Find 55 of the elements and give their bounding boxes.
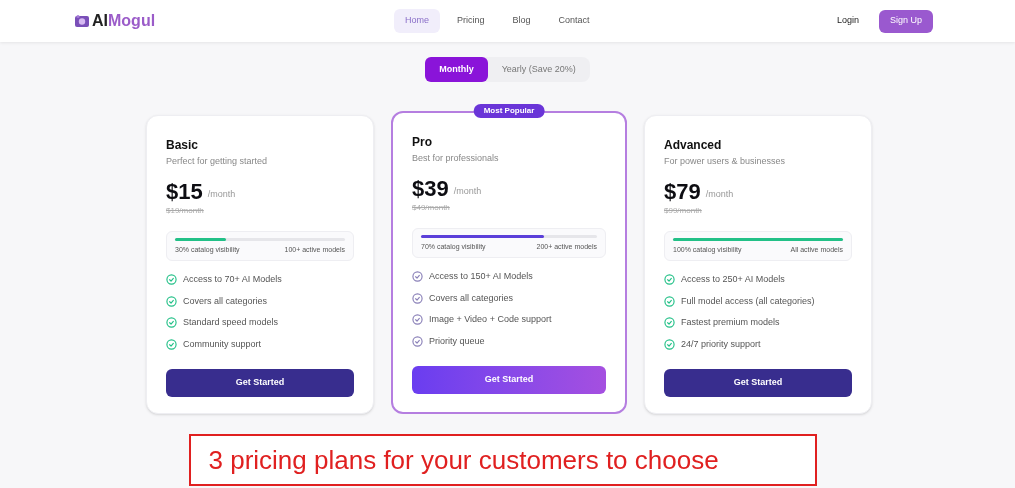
- nav-link[interactable]: Contact: [547, 9, 601, 33]
- check-circle-icon: [664, 274, 675, 286]
- nav-link[interactable]: Home: [394, 9, 440, 33]
- feature-text: Priority queue: [429, 334, 485, 348]
- get-started-button[interactable]: Get Started: [412, 366, 606, 394]
- feature-text: Access to 250+ AI Models: [681, 273, 785, 286]
- feature-text: Covers all categories: [429, 291, 514, 305]
- plan-price: $39: [412, 175, 449, 202]
- get-started-button[interactable]: Get Started: [664, 369, 852, 397]
- logo-icon: [74, 14, 90, 28]
- feature-text: Standard speed models: [183, 316, 279, 329]
- plan-price: $15: [166, 178, 203, 205]
- logo-prefix: AI: [92, 11, 108, 31]
- price-period: /month: [453, 185, 482, 198]
- feature-text: Full model access (all categories): [681, 294, 815, 308]
- plan-tagline: Perfect for getting started: [166, 155, 269, 168]
- login-link[interactable]: Login: [836, 14, 859, 28]
- check-circle-icon: [166, 295, 177, 307]
- sign-up-button[interactable]: Sign Up: [878, 9, 933, 33]
- billing-option[interactable]: Monthly: [425, 57, 488, 82]
- plan-tagline: Best for professionals: [412, 152, 500, 165]
- old-price: $99/month: [664, 204, 703, 217]
- feature-text: Fastest premium models: [681, 316, 780, 329]
- caption: 3 pricing plans for your customers to choose: [188, 434, 817, 486]
- old-price: $19/month: [166, 204, 205, 217]
- check-circle-icon: [412, 314, 423, 326]
- feature-text: Covers all categories: [183, 294, 268, 308]
- plan-tagline: For power users & businesses: [664, 155, 787, 168]
- feature-text: Image + Video + Code support: [429, 313, 552, 326]
- feature-text: Community support: [183, 337, 262, 351]
- get-started-button[interactable]: Get Started: [166, 369, 354, 397]
- check-circle-icon: [412, 271, 423, 283]
- billing-option[interactable]: Yearly (Save 20%): [487, 57, 590, 82]
- price-period: /month: [207, 188, 236, 201]
- plan-name: Advanced: [664, 137, 723, 154]
- feature-text: 24/7 priority support: [681, 337, 761, 351]
- check-circle-icon: [664, 317, 675, 329]
- plan-name: Pro: [412, 134, 433, 151]
- plan-name: Basic: [166, 137, 200, 154]
- check-circle-icon: [412, 292, 423, 304]
- popular-badge: Most Popular: [473, 104, 545, 118]
- check-circle-icon: [664, 295, 675, 307]
- feature-text: Access to 150+ AI Models: [429, 270, 533, 283]
- check-circle-icon: [166, 338, 177, 350]
- check-circle-icon: [166, 274, 177, 286]
- logo-suffix: Mogul: [108, 11, 156, 31]
- feature-text: Access to 70+ AI Models: [183, 273, 282, 286]
- old-price: $49/month: [412, 201, 451, 214]
- price-period: /month: [705, 188, 734, 201]
- check-circle-icon: [664, 338, 675, 350]
- check-circle-icon: [412, 335, 423, 347]
- plan-price: $79: [664, 178, 701, 205]
- check-circle-icon: [166, 317, 177, 329]
- nav-link[interactable]: Pricing: [446, 9, 496, 33]
- nav-link[interactable]: Blog: [501, 9, 542, 33]
